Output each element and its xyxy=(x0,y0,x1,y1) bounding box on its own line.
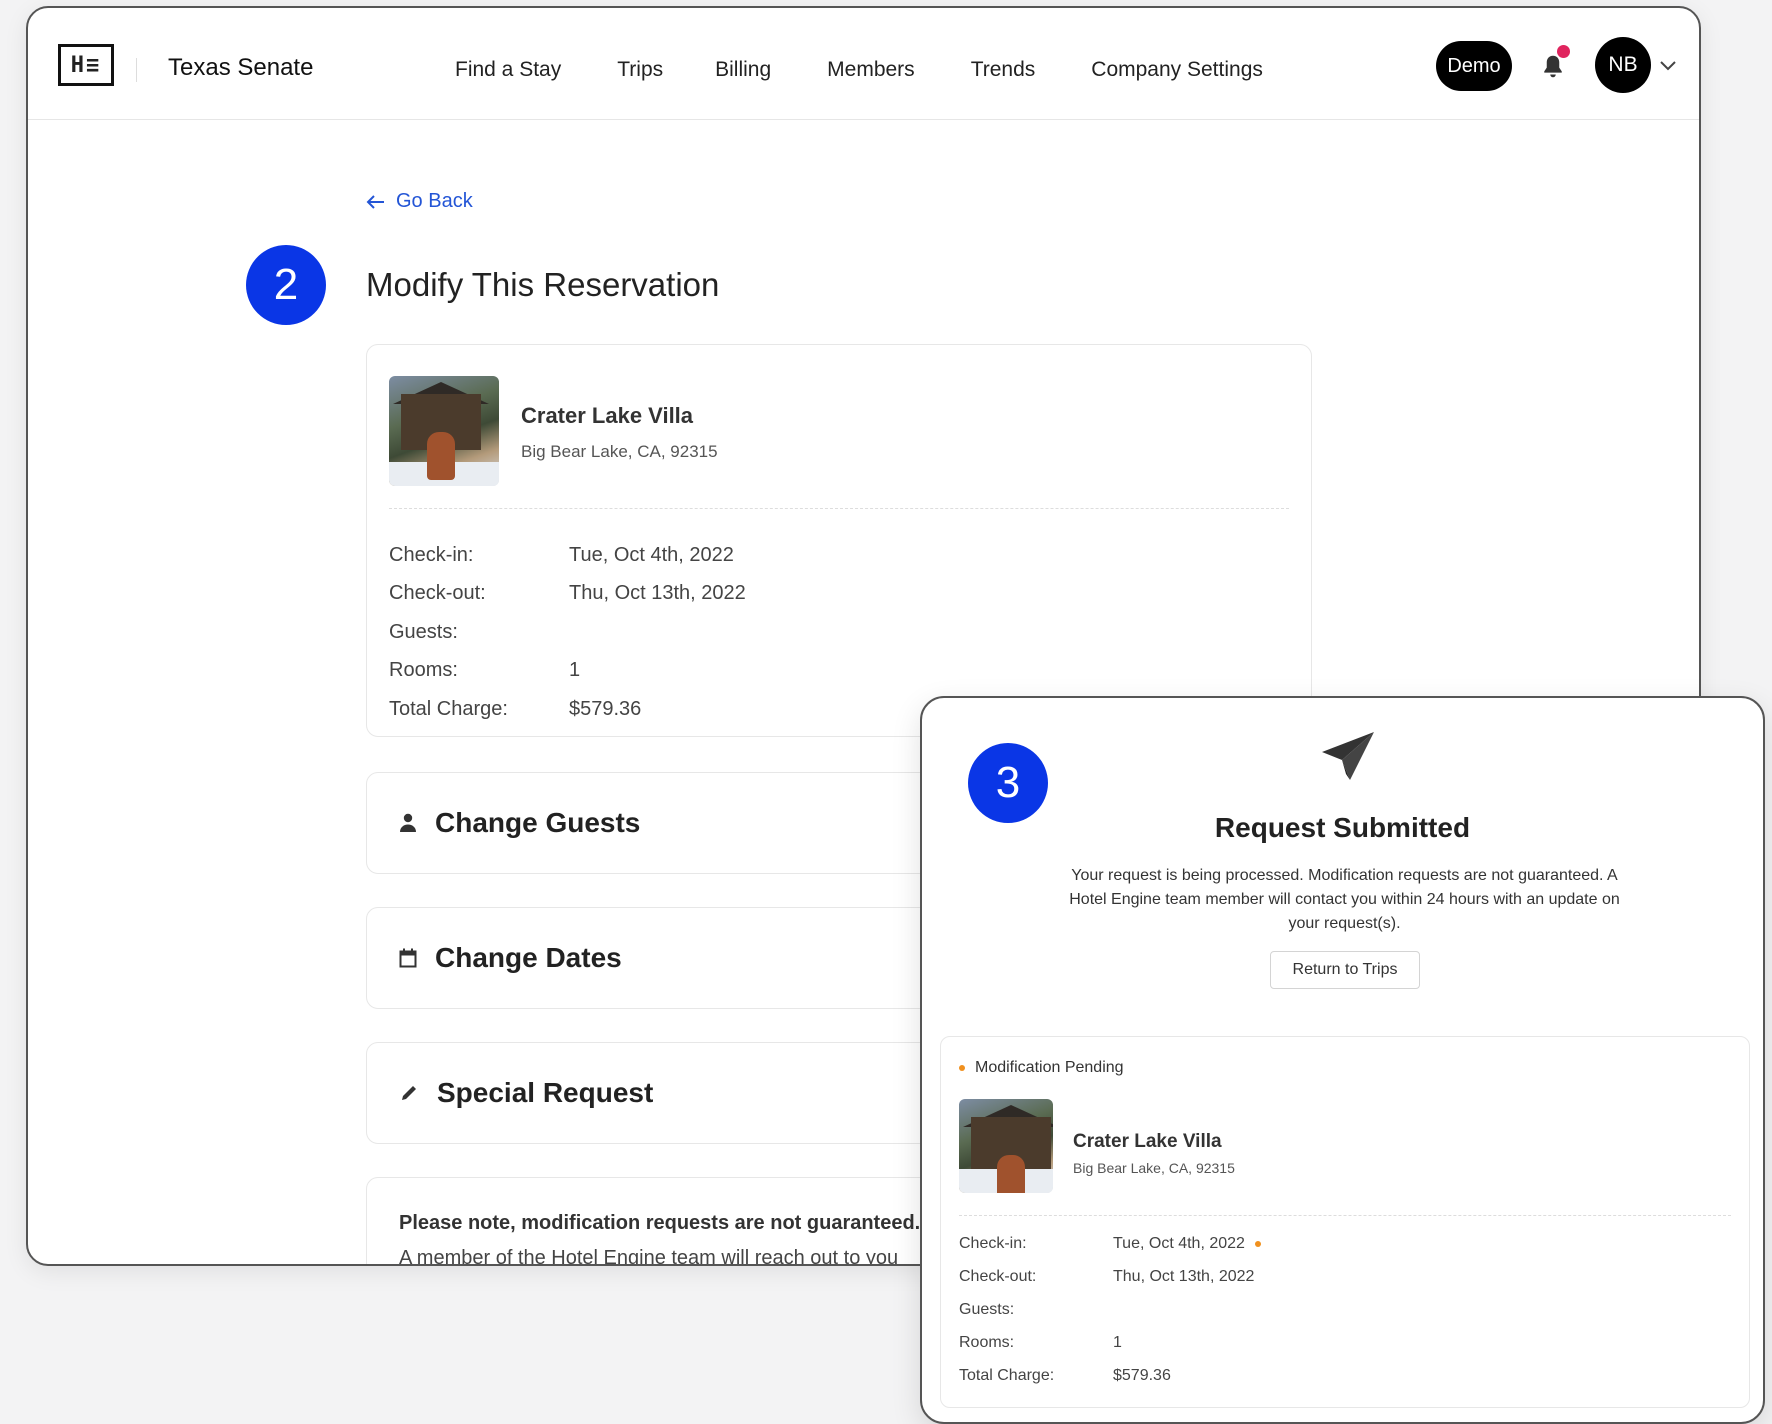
checkin-row: Check-in: Tue, Oct 4th, 2022 xyxy=(959,1235,1261,1253)
checkin-value: Tue, Oct 4th, 2022 xyxy=(1113,1235,1245,1252)
detail-label: Guests: xyxy=(389,621,458,643)
go-back-link[interactable]: Go Back xyxy=(366,190,473,213)
pencil-icon xyxy=(402,1086,416,1100)
hotel-address: Big Bear Lake, CA, 92315 xyxy=(521,442,718,461)
guests-row: Guests: xyxy=(959,1301,1113,1319)
status-badge: Modification Pending xyxy=(959,1059,1124,1077)
detail-label: Total Charge: xyxy=(389,698,508,720)
detail-value: Thu, Oct 13th, 2022 xyxy=(1113,1268,1255,1285)
nav-trends[interactable]: Trends xyxy=(971,58,1036,82)
reservation-card: Crater Lake Villa Big Bear Lake, CA, 923… xyxy=(366,344,1312,737)
nav-find-a-stay[interactable]: Find a Stay xyxy=(455,58,561,82)
notification-dot xyxy=(1557,45,1570,58)
demo-badge[interactable]: Demo xyxy=(1436,41,1512,91)
logo-divider xyxy=(136,58,137,82)
detail-label: Check-out: xyxy=(959,1268,1037,1285)
detail-label: Rooms: xyxy=(389,659,458,681)
checkin-row: Check-in: Tue, Oct 4th, 2022 xyxy=(389,544,734,567)
detail-value: Thu, Oct 13th, 2022 xyxy=(569,582,746,604)
person-icon xyxy=(400,813,416,832)
pending-reservation-card: Modification Pending Crater Lake Villa B… xyxy=(940,1036,1750,1408)
status-dot xyxy=(959,1065,965,1071)
hotel-address: Big Bear Lake, CA, 92315 xyxy=(1073,1160,1235,1176)
rooms-row: Rooms: 1 xyxy=(959,1334,1122,1352)
paper-plane-icon xyxy=(1322,732,1374,780)
avatar[interactable]: NB xyxy=(1595,37,1651,93)
detail-label: Check-in: xyxy=(389,544,474,566)
step-number-badge: 2 xyxy=(246,245,326,325)
detail-value: $579.36 xyxy=(1113,1367,1171,1384)
calendar-icon xyxy=(399,948,417,968)
divider xyxy=(389,508,1289,509)
page-title: Modify This Reservation xyxy=(366,266,720,303)
divider xyxy=(959,1215,1731,1216)
step-number-badge: 3 xyxy=(968,743,1048,823)
detail-label: Rooms: xyxy=(959,1334,1015,1351)
total-charge-row: Total Charge: $579.36 xyxy=(959,1367,1171,1385)
changed-indicator-dot xyxy=(1254,1241,1261,1247)
detail-value: 1 xyxy=(1113,1334,1122,1351)
nav-trips[interactable]: Trips xyxy=(617,58,663,82)
detail-value: 1 xyxy=(569,659,581,681)
top-navigation-bar: H≡ Texas Senate Find a Stay Trips Billin… xyxy=(28,8,1699,120)
hotel-name: Crater Lake Villa xyxy=(1073,1131,1222,1152)
return-to-trips-button[interactable]: Return to Trips xyxy=(1270,951,1420,989)
company-name: Texas Senate xyxy=(168,54,314,81)
change-dates-title: Change Dates xyxy=(435,942,622,973)
detail-value: Tue, Oct 4th, 2022 xyxy=(1113,1235,1261,1253)
checkout-row: Check-out: Thu, Oct 13th, 2022 xyxy=(389,582,746,605)
checkout-row: Check-out: Thu, Oct 13th, 2022 xyxy=(959,1268,1254,1286)
change-guests-title: Change Guests xyxy=(435,807,641,838)
detail-value: $579.36 xyxy=(569,698,642,720)
hotel-thumbnail xyxy=(389,376,499,486)
go-back-label: Go Back xyxy=(396,190,473,212)
main-nav: Find a Stay Trips Billing Members Trends… xyxy=(455,58,1319,82)
rooms-row: Rooms: 1 xyxy=(389,659,580,682)
request-title: Request Submitted xyxy=(1214,812,1471,843)
logo[interactable]: H≡ xyxy=(58,44,114,86)
nav-billing[interactable]: Billing xyxy=(715,58,771,82)
detail-label: Check-out: xyxy=(389,582,486,604)
request-message: Your request is being processed. Modific… xyxy=(1069,867,1620,932)
arrow-left-icon xyxy=(366,194,384,209)
detail-label: Check-in: xyxy=(959,1235,1027,1252)
nav-company-settings[interactable]: Company Settings xyxy=(1091,58,1263,82)
request-submitted-panel: 3 Request Submitted Your request is bein… xyxy=(920,696,1765,1424)
detail-label: Guests: xyxy=(959,1301,1015,1318)
chevron-down-icon[interactable] xyxy=(1659,60,1677,72)
special-request-title: Special Request xyxy=(437,1077,654,1108)
status-label: Modification Pending xyxy=(975,1059,1124,1076)
detail-label: Total Charge: xyxy=(959,1367,1055,1384)
nav-members[interactable]: Members xyxy=(827,58,915,82)
hotel-thumbnail xyxy=(959,1099,1053,1193)
hotel-name: Crater Lake Villa xyxy=(521,403,694,428)
guests-row: Guests: xyxy=(389,621,569,644)
total-charge-row: Total Charge: $579.36 xyxy=(389,698,641,721)
detail-value: Tue, Oct 4th, 2022 xyxy=(569,544,734,566)
